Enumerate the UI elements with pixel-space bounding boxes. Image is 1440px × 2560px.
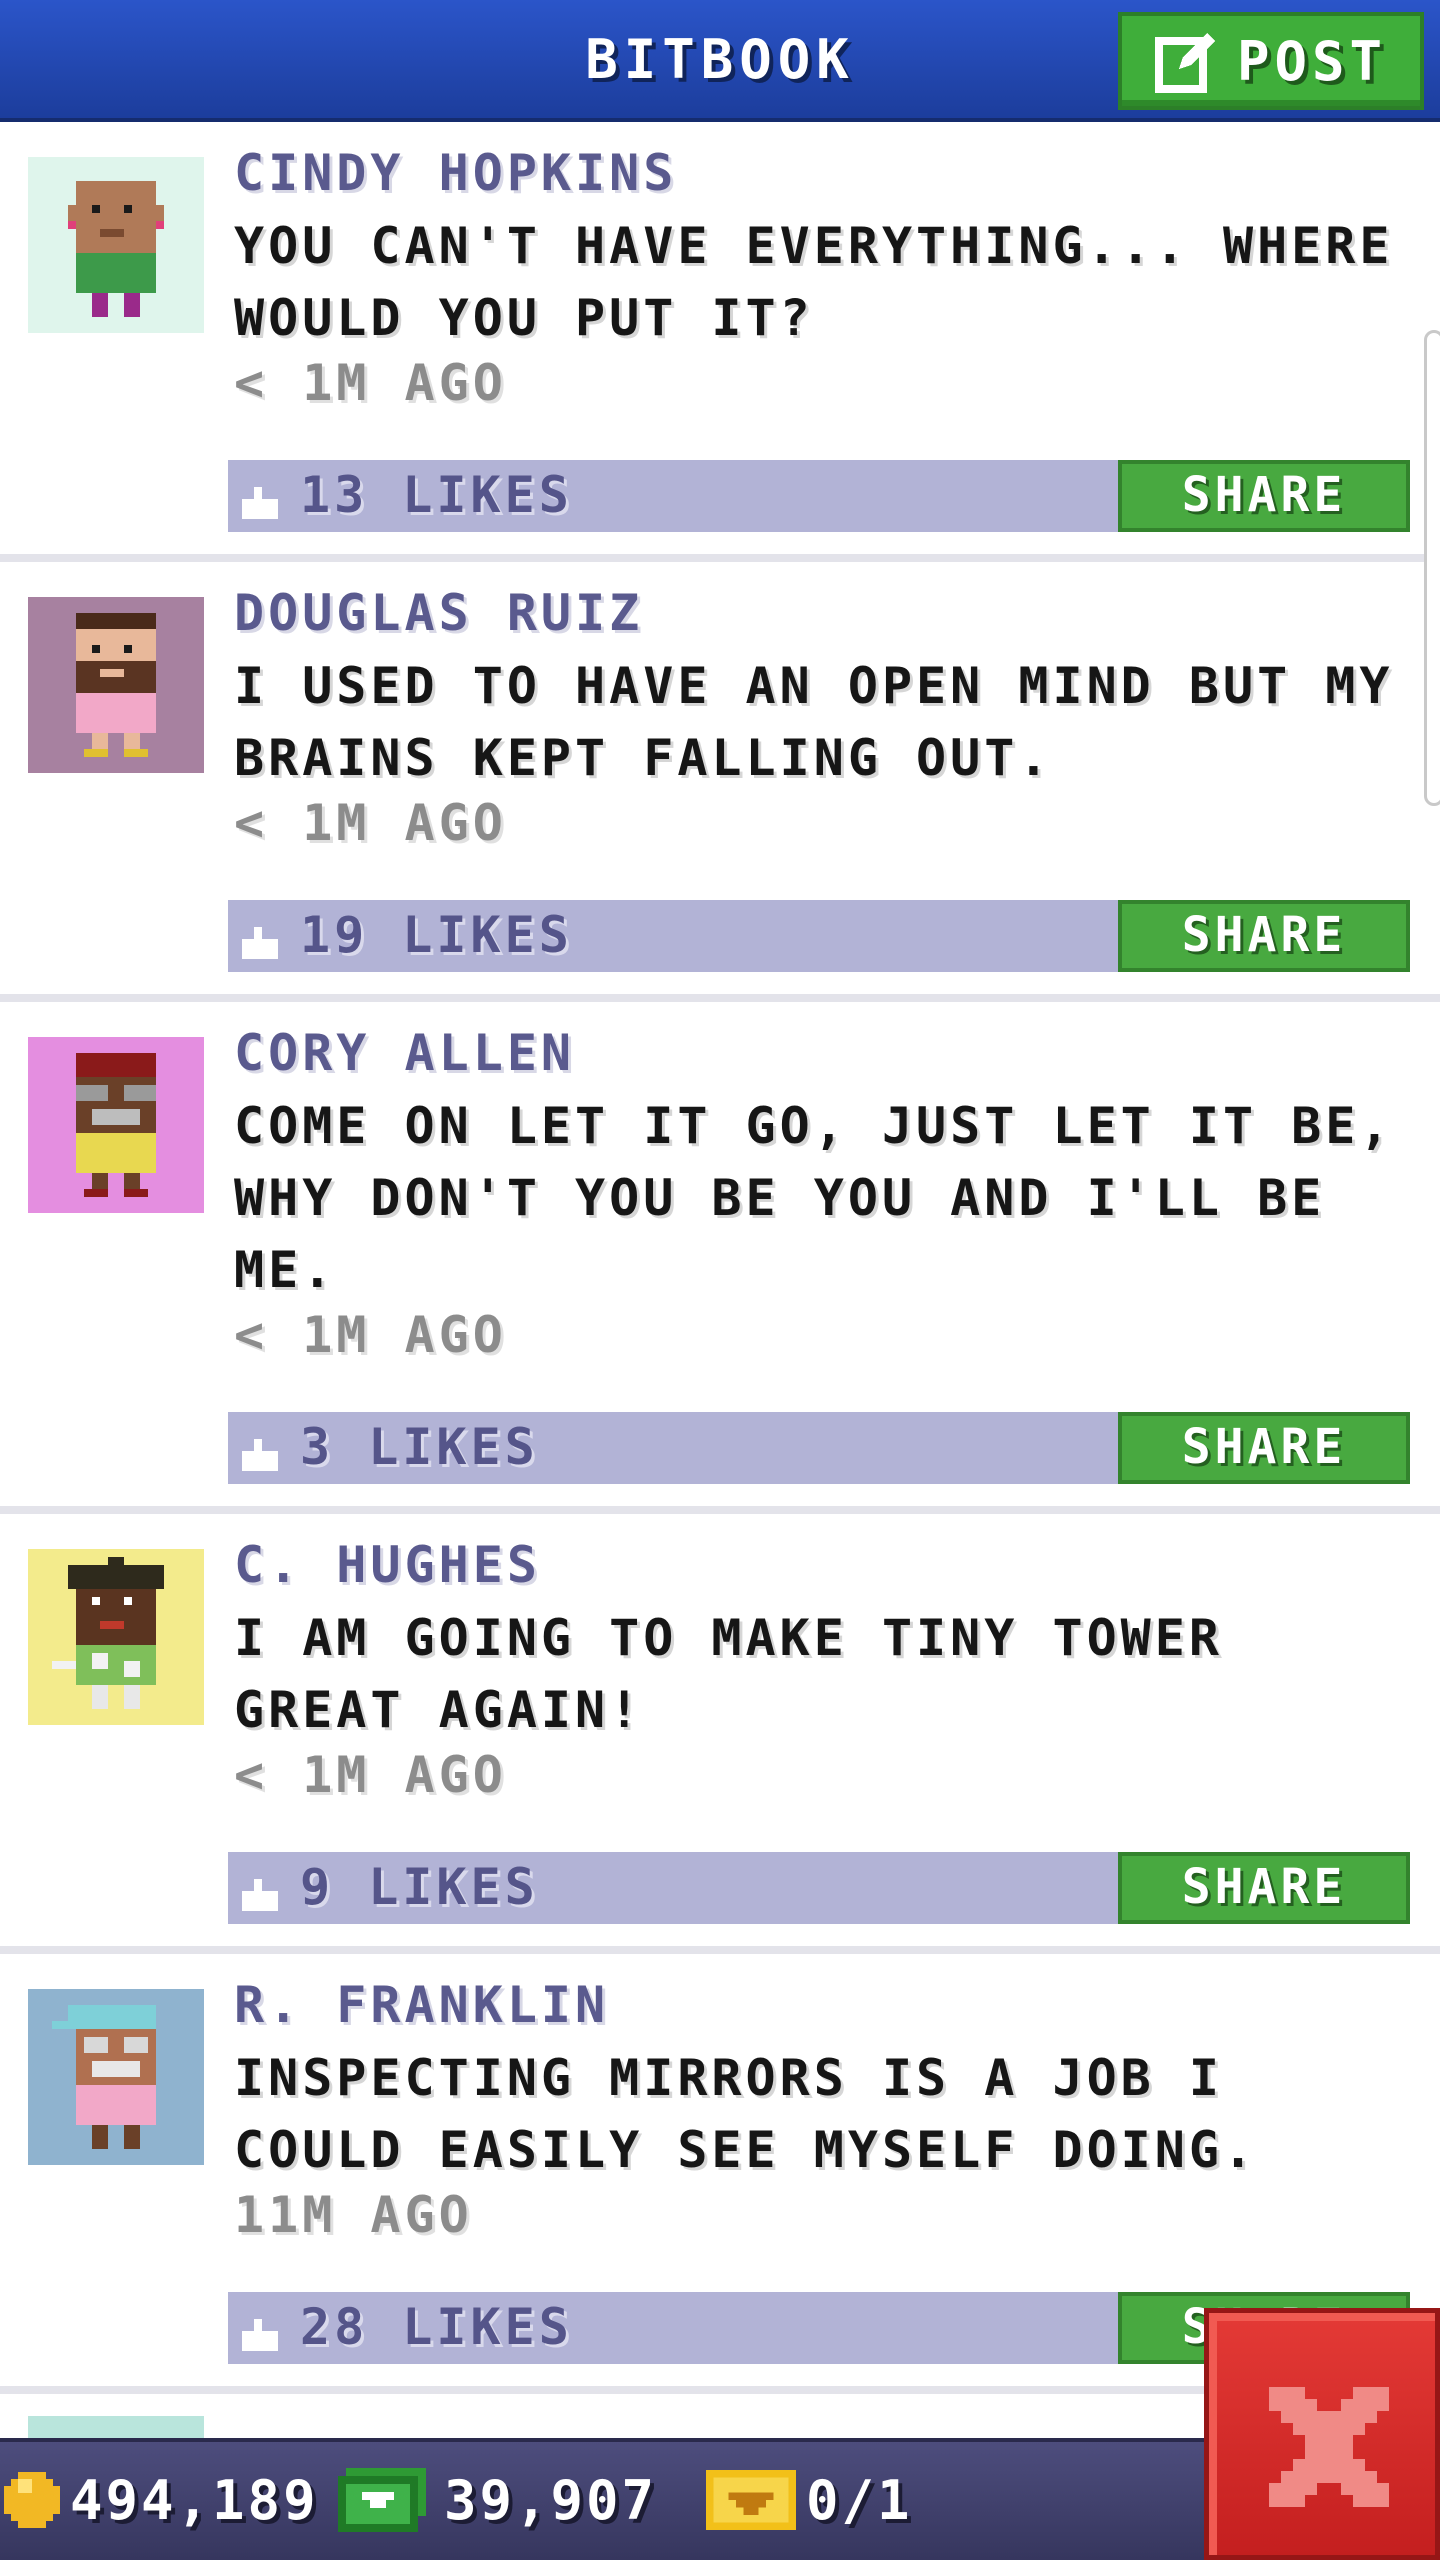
post-author: CORY ALLEN xyxy=(234,1024,576,1082)
post-item: DOUGLAS RUIZ I USED TO HAVE AN OPEN MIND… xyxy=(0,562,1440,1002)
coins-value: 494,189 xyxy=(70,2468,319,2532)
likes-count: 19 LIKES xyxy=(300,906,573,964)
post-text: I USED TO HAVE AN OPEN MIND BUT MY BRAIN… xyxy=(234,657,1394,787)
share-button[interactable]: SHARE xyxy=(1118,1852,1410,1924)
post-button-label: POST xyxy=(1236,29,1388,93)
avatar xyxy=(28,157,204,333)
share-button[interactable]: SHARE xyxy=(1118,1412,1410,1484)
bux-value: 39,907 xyxy=(444,2468,658,2532)
feed[interactable]: CINDY HOPKINS YOU CAN'T HAVE EVERYTHING.… xyxy=(0,122,1440,2454)
likes-count: 28 LIKES xyxy=(300,2298,573,2356)
ticket-icon xyxy=(706,2470,796,2530)
bux-stat: 39,907 xyxy=(338,2464,657,2536)
coins-stat: 494,189 xyxy=(4,2464,319,2536)
likes-count: 9 LIKES xyxy=(300,1858,539,1916)
post-text: YOU CAN'T HAVE EVERYTHING... WHERE WOULD… xyxy=(234,217,1394,347)
like-button[interactable]: 9 LIKES SHARE xyxy=(228,1852,1410,1924)
thumbs-up-icon xyxy=(242,487,278,519)
edit-icon xyxy=(1154,33,1215,93)
post-text: COME ON LET IT GO, JUST LET IT BE, WHY D… xyxy=(234,1097,1394,1299)
post-author: DOUGLAS RUIZ xyxy=(234,584,644,642)
likes-count: 3 LIKES xyxy=(300,1418,539,1476)
thumbs-up-icon xyxy=(242,2319,278,2351)
like-button[interactable]: 3 LIKES SHARE xyxy=(228,1412,1410,1484)
post-item: CORY ALLEN COME ON LET IT GO, JUST LET I… xyxy=(0,1002,1440,1514)
header-bar: BITBOOK POST xyxy=(0,0,1440,122)
post-time: < 1M AGO xyxy=(234,1306,507,1364)
tickets-stat: 0/1 xyxy=(706,2464,913,2536)
avatar xyxy=(28,1989,204,2165)
like-button[interactable]: 13 LIKES SHARE xyxy=(228,460,1410,532)
post-author: R. FRANKLIN xyxy=(234,1976,610,2034)
post-time: < 1M AGO xyxy=(234,794,507,852)
thumbs-up-icon xyxy=(242,1879,278,1911)
post-text: INSPECTING MIRRORS IS A JOB I COULD EASI… xyxy=(234,2049,1258,2179)
post-item: C. HUGHES I AM GOING TO MAKE TINY TOWER … xyxy=(0,1514,1440,1954)
thumbs-up-icon xyxy=(242,927,278,959)
avatar xyxy=(28,1037,204,1213)
post-author: CINDY HOPKINS xyxy=(234,144,678,202)
post-time: < 1M AGO xyxy=(234,354,507,412)
scrollbar[interactable] xyxy=(1424,330,1440,806)
coin-icon xyxy=(4,2472,60,2528)
bux-icon xyxy=(338,2468,426,2532)
close-icon xyxy=(1269,2387,1389,2507)
post-text: I AM GOING TO MAKE TINY TOWER GREAT AGAI… xyxy=(234,1609,1223,1739)
tickets-value: 0/1 xyxy=(806,2468,913,2532)
post-button[interactable]: POST xyxy=(1118,12,1424,110)
share-button[interactable]: SHARE xyxy=(1118,460,1410,532)
post-author: C. HUGHES xyxy=(234,1536,541,1594)
share-button[interactable]: SHARE xyxy=(1118,900,1410,972)
post-time: < 1M AGO xyxy=(234,1746,507,1804)
likes-count: 13 LIKES xyxy=(300,466,573,524)
thumbs-up-icon xyxy=(242,1439,278,1471)
like-button[interactable]: 19 LIKES SHARE xyxy=(228,900,1410,972)
post-item: CINDY HOPKINS YOU CAN'T HAVE EVERYTHING.… xyxy=(0,122,1440,562)
avatar xyxy=(28,1549,204,1725)
post-time: 11M AGO xyxy=(234,2186,473,2244)
close-button[interactable] xyxy=(1204,2308,1440,2560)
avatar xyxy=(28,597,204,773)
